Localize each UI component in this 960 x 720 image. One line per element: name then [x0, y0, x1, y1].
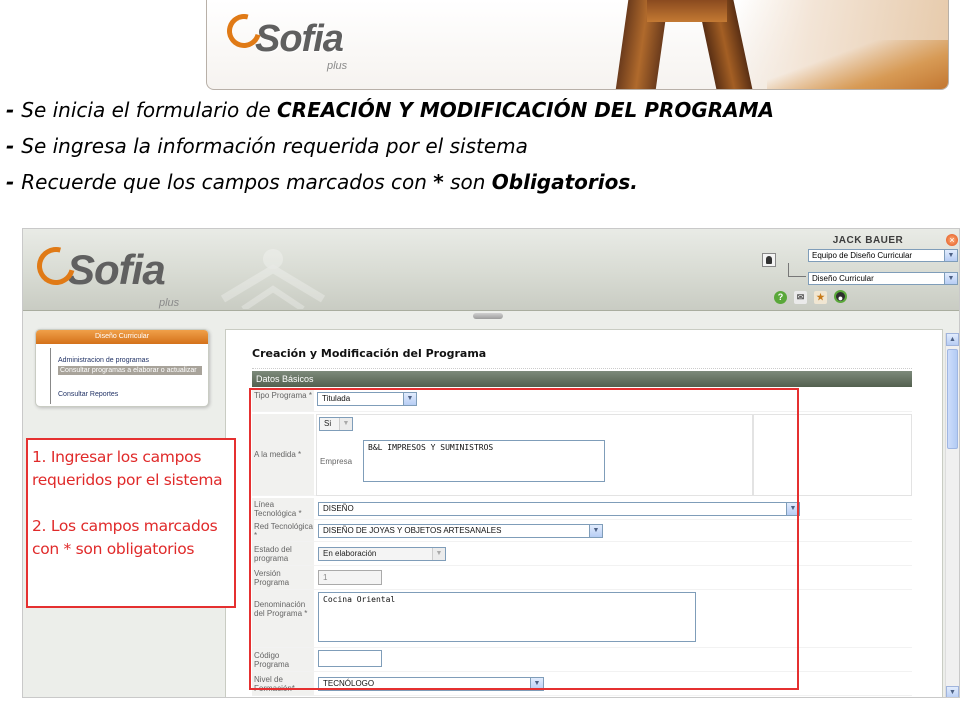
user-name: JACK BAUER — [832, 235, 904, 246]
annotation-line: 1. Ingresar los campos — [32, 448, 202, 466]
sena-watermark-icon — [220, 249, 326, 309]
bullet-dash: - — [6, 170, 22, 194]
instruction-bold: Obligatorios. — [491, 170, 638, 194]
annotation-line: requeridos por el sistema — [32, 471, 223, 489]
vertical-scrollbar[interactable]: ▲ ▼ — [945, 333, 959, 697]
chevron-down-icon: ▼ — [944, 273, 957, 284]
instruction-text: Recuerde que los campos marcados con — [21, 170, 434, 194]
left-menu: Diseño Curricular Administracion de prog… — [35, 329, 209, 407]
instruction-line: - Se ingresa la información requerida po… — [6, 128, 956, 164]
scroll-down-icon[interactable]: ▼ — [946, 686, 959, 697]
mail-icon[interactable]: ✉ — [794, 291, 807, 304]
tree-connector — [50, 348, 56, 404]
bullet-dash: - — [6, 134, 22, 158]
instruction-bold: CREACIÓN Y MODIFICACIÓN DEL PROGRAMA — [277, 98, 774, 122]
role-select-value: Equipo de Diseño Curricular — [812, 251, 913, 260]
scroll-up-icon[interactable]: ▲ — [946, 333, 959, 346]
favorites-icon[interactable]: ★ — [814, 291, 827, 304]
instruction-text: Se inicia el formulario de — [21, 98, 277, 122]
logo-word: Sofia — [67, 246, 166, 293]
section-header: Datos Básicos — [252, 371, 912, 387]
user-avatar-icon — [762, 253, 776, 267]
app-logo[interactable]: Sofia plus — [30, 240, 179, 309]
collapse-handle[interactable] — [473, 313, 503, 319]
divider — [252, 368, 912, 369]
highlight-frame — [249, 388, 799, 690]
module-select[interactable]: Diseño Curricular ▼ — [808, 272, 958, 285]
logout-icon[interactable]: ● — [834, 290, 847, 303]
banner-decoration — [647, 0, 727, 22]
module-select-value: Diseño Curricular — [812, 274, 874, 283]
menu-item-consultar-reportes[interactable]: Consultar Reportes — [58, 390, 118, 399]
logo-plus: plus — [327, 60, 348, 72]
menu-item-administracion[interactable]: Administracion de programas — [58, 356, 149, 365]
asterisk-bold: * — [433, 170, 444, 194]
instruction-text: son — [443, 170, 492, 194]
annotation-callout: 1. Ingresar los campos requeridos por el… — [26, 438, 236, 608]
instruction-line: - Se inicia el formulario de CREACIÓN Y … — [6, 92, 956, 128]
instruction-text: Se ingresa la información requerida por … — [21, 134, 528, 158]
close-icon[interactable]: × — [946, 234, 958, 246]
menu-item-consultar-programas[interactable]: Consultar programas a elaborar o actuali… — [58, 366, 202, 375]
bullet-dash: - — [6, 98, 22, 122]
menu-header: Diseño Curricular — [36, 330, 208, 344]
logo-plus: plus — [159, 297, 180, 309]
chevron-down-icon: ▼ — [944, 250, 957, 261]
sofia-plus-logo: Sofia plus — [220, 7, 347, 72]
scroll-thumb[interactable] — [947, 349, 958, 449]
instructions: - Se inicia el formulario de CREACIÓN Y … — [6, 92, 956, 200]
banner-decoration — [767, 40, 948, 89]
tree-connector — [788, 263, 806, 277]
app-header: Sofia plus JACK BAUER Equipo de Diseño C… — [23, 229, 959, 311]
help-icon[interactable]: ? — [774, 291, 787, 304]
role-select[interactable]: Equipo de Diseño Curricular ▼ — [808, 249, 958, 262]
annotation-line: con * son obligatorios — [32, 540, 195, 558]
logo-word: Sofia — [255, 18, 344, 60]
slide-banner: Sofia plus — [206, 0, 949, 90]
instruction-line: - Recuerde que los campos marcados con *… — [6, 164, 956, 200]
page-title: Creación y Modificación del Programa — [252, 347, 487, 360]
annotation-line: 2. Los campos marcados — [32, 517, 218, 535]
